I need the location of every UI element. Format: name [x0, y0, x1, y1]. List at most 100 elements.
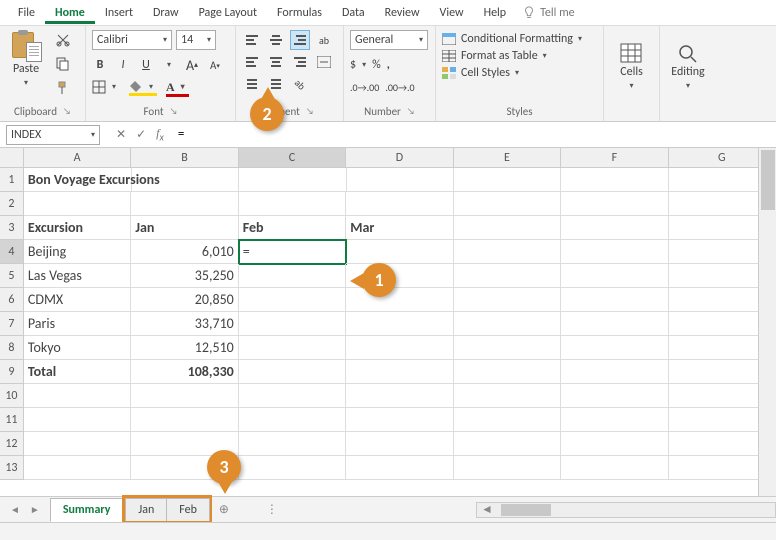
name-box[interactable]: INDEX▾: [6, 125, 100, 145]
vertical-scrollbar[interactable]: [758, 148, 776, 496]
cell-A10[interactable]: [24, 384, 131, 408]
cell-A13[interactable]: [24, 456, 131, 480]
dialog-launcher-icon[interactable]: ↘: [306, 106, 314, 117]
row-header-12[interactable]: 12: [0, 432, 24, 456]
horizontal-scrollbar[interactable]: ◄: [476, 502, 776, 518]
col-header-D[interactable]: D: [346, 148, 453, 167]
cell-B11[interactable]: [131, 408, 238, 432]
cell-C9[interactable]: [239, 360, 346, 384]
cell-C13[interactable]: [239, 456, 346, 480]
cell-E3[interactable]: [454, 216, 561, 240]
align-right-button[interactable]: [290, 52, 310, 72]
cell-D6[interactable]: [346, 288, 453, 312]
cell-C4[interactable]: =: [239, 240, 346, 264]
row-header-9[interactable]: 9: [0, 360, 24, 384]
cell-D8[interactable]: [346, 336, 453, 360]
cell-E12[interactable]: [454, 432, 561, 456]
scrollbar-thumb[interactable]: [501, 504, 551, 516]
cell-F6[interactable]: [561, 288, 668, 312]
cell-E13[interactable]: [454, 456, 561, 480]
cell-C7[interactable]: [239, 312, 346, 336]
font-size-combo[interactable]: 14▾: [176, 30, 216, 50]
menu-data[interactable]: Data: [332, 2, 375, 24]
cell-F2[interactable]: [561, 192, 668, 216]
cell-C5[interactable]: [239, 264, 346, 288]
cell-A6[interactable]: CDMX: [24, 288, 131, 312]
cell-B4[interactable]: 6,010: [131, 240, 238, 264]
scrollbar-thumb[interactable]: [761, 150, 775, 210]
conditional-formatting-button[interactable]: Conditional Formatting▾: [442, 32, 597, 46]
grow-font-button[interactable]: A▴: [184, 57, 200, 74]
dialog-launcher-icon[interactable]: ↘: [407, 106, 415, 117]
tab-jan[interactable]: Jan: [125, 498, 167, 521]
align-bottom-button[interactable]: [290, 30, 310, 50]
cell-C3[interactable]: Feb: [239, 216, 346, 240]
cell-F10[interactable]: [561, 384, 668, 408]
row-header-6[interactable]: 6: [0, 288, 24, 312]
dialog-launcher-icon[interactable]: ↘: [170, 106, 178, 117]
cell-A9[interactable]: Total: [24, 360, 131, 384]
font-name-combo[interactable]: Calibri▾: [92, 30, 172, 50]
cell-A3[interactable]: Excursion: [24, 216, 131, 240]
menu-home[interactable]: Home: [45, 2, 95, 24]
menu-help[interactable]: Help: [474, 2, 517, 24]
currency-button[interactable]: $: [350, 58, 356, 72]
fx-button[interactable]: fx: [156, 126, 164, 143]
cell-D9[interactable]: [346, 360, 453, 384]
cell-D11[interactable]: [346, 408, 453, 432]
col-header-E[interactable]: E: [454, 148, 561, 167]
row-header-8[interactable]: 8: [0, 336, 24, 360]
cell-C10[interactable]: [239, 384, 346, 408]
cell-C11[interactable]: [239, 408, 346, 432]
cell-E10[interactable]: [454, 384, 561, 408]
cell-D4[interactable]: [346, 240, 453, 264]
cell-E7[interactable]: [454, 312, 561, 336]
row-header-2[interactable]: 2: [0, 192, 24, 216]
cell-B5[interactable]: 35,250: [131, 264, 238, 288]
cell-A11[interactable]: [24, 408, 131, 432]
align-left-button[interactable]: [242, 52, 262, 72]
merge-button[interactable]: [314, 52, 334, 72]
menu-insert[interactable]: Insert: [95, 2, 143, 24]
menu-review[interactable]: Review: [375, 2, 430, 24]
row-header-7[interactable]: 7: [0, 312, 24, 336]
cell-C12[interactable]: [239, 432, 346, 456]
cell-D2[interactable]: [346, 192, 453, 216]
format-as-table-button[interactable]: Format as Table▾: [442, 49, 597, 63]
row-header-3[interactable]: 3: [0, 216, 24, 240]
cell-F4[interactable]: [561, 240, 668, 264]
decrease-decimal-button[interactable]: .00→.0: [385, 81, 414, 94]
number-format-combo[interactable]: General▾: [350, 30, 428, 50]
cell-B8[interactable]: 12,510: [131, 336, 238, 360]
row-header-11[interactable]: 11: [0, 408, 24, 432]
align-top-button[interactable]: [242, 30, 262, 50]
cell-D10[interactable]: [346, 384, 453, 408]
orientation-button[interactable]: ab: [290, 74, 310, 94]
cell-D3[interactable]: Mar: [346, 216, 453, 240]
align-center-button[interactable]: [266, 52, 286, 72]
enter-formula-button[interactable]: ✓: [136, 127, 146, 142]
cells-button[interactable]: Cells ▾: [620, 43, 643, 91]
cell-A2[interactable]: [24, 192, 131, 216]
cell-F5[interactable]: [561, 264, 668, 288]
tab-nav[interactable]: ◄►: [0, 503, 50, 516]
cell-F1[interactable]: [561, 168, 668, 192]
bold-button[interactable]: B: [92, 58, 108, 72]
tell-me[interactable]: Tell me: [522, 6, 575, 20]
cell-E1[interactable]: [454, 168, 561, 192]
tab-feb[interactable]: Feb: [166, 498, 210, 521]
percent-button[interactable]: %: [372, 58, 381, 72]
row-header-10[interactable]: 10: [0, 384, 24, 408]
cell-B3[interactable]: Jan: [131, 216, 238, 240]
cell-A12[interactable]: [24, 432, 131, 456]
new-sheet-button[interactable]: ⊕: [212, 502, 236, 517]
underline-button[interactable]: U: [138, 58, 154, 72]
cell-B7[interactable]: 33,710: [131, 312, 238, 336]
cell-F3[interactable]: [561, 216, 668, 240]
cell-D1[interactable]: [347, 168, 454, 192]
menu-page-layout[interactable]: Page Layout: [189, 2, 267, 24]
menu-view[interactable]: View: [430, 2, 474, 24]
cell-D13[interactable]: [346, 456, 453, 480]
cell-E2[interactable]: [454, 192, 561, 216]
shrink-font-button[interactable]: A▾: [207, 59, 223, 72]
